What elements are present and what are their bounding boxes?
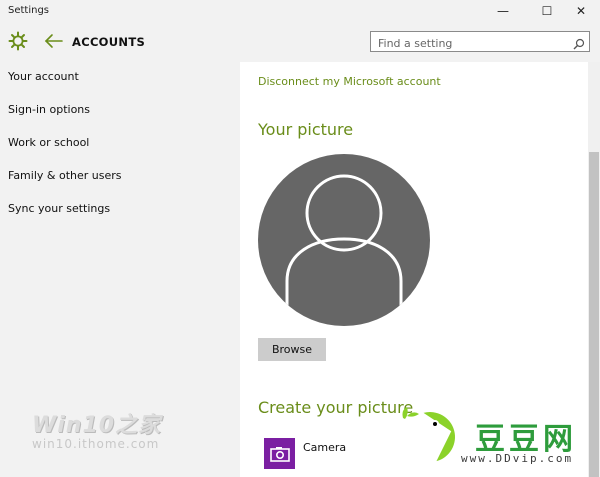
page-title: ACCOUNTS xyxy=(72,35,146,49)
camera-icon xyxy=(269,446,290,462)
create-picture-heading: Create your picture xyxy=(258,398,414,417)
header: ACCOUNTS xyxy=(0,22,600,62)
search-box[interactable] xyxy=(370,31,590,53)
disconnect-link[interactable]: Disconnect my Microsoft account xyxy=(258,75,441,88)
title-bar: Settings — ☐ ✕ xyxy=(0,0,600,22)
sidebar-item-work-or-school[interactable]: Work or school xyxy=(8,136,89,149)
your-picture-heading: Your picture xyxy=(258,120,354,139)
sidebar-item-sign-in-options[interactable]: Sign-in options xyxy=(8,103,90,116)
camera-app-tile[interactable] xyxy=(264,438,295,469)
sidebar-item-family-other-users[interactable]: Family & other users xyxy=(8,169,122,182)
sidebar-item-sync-settings[interactable]: Sync your settings xyxy=(8,202,110,215)
sidebar: Your account Sign-in options Work or sch… xyxy=(0,62,240,477)
watermark-left: Win10之家 win10.ithome.com xyxy=(32,407,161,451)
watermark-left-url: win10.ithome.com xyxy=(32,437,160,451)
pacman-mascot-icon xyxy=(397,404,463,474)
minimize-button[interactable]: — xyxy=(484,0,522,22)
sidebar-item-your-account[interactable]: Your account xyxy=(8,70,79,83)
watermark-right: 豆豆网 www.DDvip.com xyxy=(395,400,595,477)
close-button[interactable]: ✕ xyxy=(562,0,600,22)
back-arrow-icon[interactable] xyxy=(44,31,64,51)
user-avatar-icon xyxy=(257,153,431,327)
search-input[interactable] xyxy=(371,34,561,53)
gear-icon[interactable] xyxy=(8,31,28,51)
search-icon[interactable] xyxy=(573,35,585,50)
camera-label[interactable]: Camera xyxy=(303,441,346,454)
browse-button[interactable]: Browse xyxy=(258,338,326,361)
maximize-button[interactable]: ☐ xyxy=(528,0,566,22)
watermark-right-url: www.DDvip.com xyxy=(461,452,574,465)
window-title: Settings xyxy=(8,5,50,16)
watermark-left-brand: Win10之家 xyxy=(32,413,162,438)
